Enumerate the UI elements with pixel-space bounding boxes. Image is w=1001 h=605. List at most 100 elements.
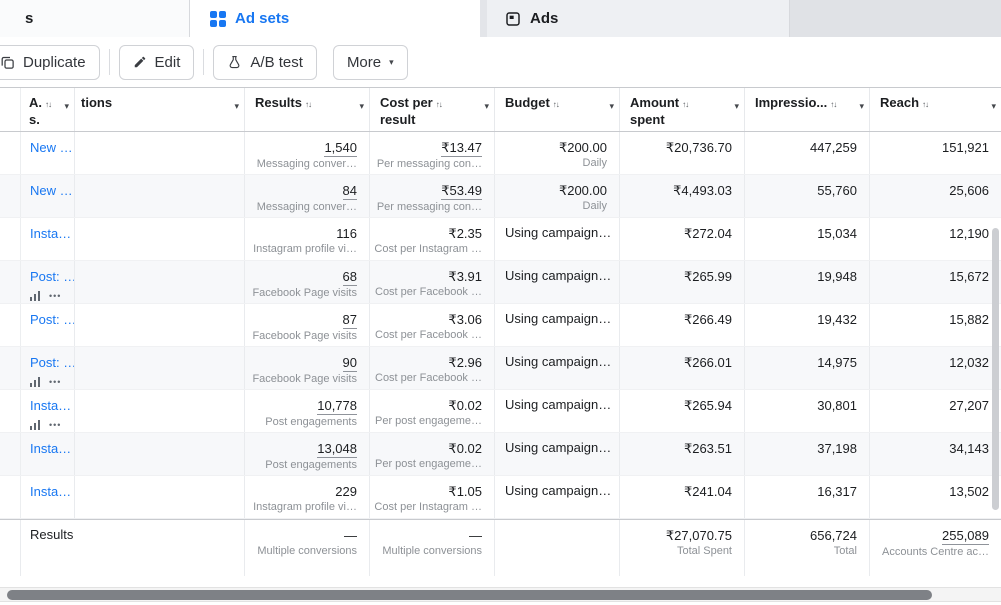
results-value: 229: [335, 483, 357, 500]
column-menu-icon[interactable]: ▾: [64, 99, 69, 114]
sort-icon[interactable]: ↑↓: [45, 100, 51, 109]
budget-value: ₹200.00: [559, 182, 607, 199]
cost-value: ₹3.91: [448, 268, 482, 285]
column-menu-icon[interactable]: ▾: [359, 99, 364, 114]
sort-icon[interactable]: ↑↓: [553, 100, 559, 109]
cost-value: ₹0.02: [448, 440, 482, 457]
column-header-name[interactable]: A.↑↓ s. ▾: [21, 88, 75, 131]
chevron-down-icon: ▾: [389, 57, 394, 68]
column-menu-icon[interactable]: ▾: [859, 99, 864, 114]
adset-name-link[interactable]: Insta…: [30, 226, 71, 241]
actions-toolbar: Duplicate Edit A/B test More ▾: [0, 37, 1001, 87]
table-row[interactable]: Insta… 116Instagram profile vi… ₹2.35Cos…: [0, 218, 1001, 261]
adset-name-link[interactable]: New …: [30, 140, 73, 155]
cost-value: ₹53.49: [441, 182, 482, 200]
tab-campaigns-partial[interactable]: s: [0, 0, 190, 37]
reach-value: 25,606: [949, 182, 989, 199]
column-menu-icon[interactable]: ▾: [234, 99, 239, 114]
table-row[interactable]: New … 84Messaging conver… ₹53.49Per mess…: [0, 175, 1001, 218]
entity-tabbar: s Ad sets Ads: [0, 0, 1001, 37]
impressions-value: 19,432: [817, 311, 857, 328]
options-menu-icon[interactable]: •••: [49, 420, 61, 430]
table-row[interactable]: Insta… ••• 10,778Post engagements ₹0.02P…: [0, 390, 1001, 433]
impressions-value: 19,948: [817, 268, 857, 285]
duplicate-icon: [0, 55, 15, 70]
view-charts-icon[interactable]: [30, 291, 40, 301]
column-header-budget[interactable]: Budget↑↓ ▾: [495, 88, 620, 131]
toolbar-divider: [109, 49, 110, 75]
adset-name-link[interactable]: Post: …: [30, 269, 75, 284]
reach-value: 15,672: [949, 268, 989, 285]
column-header-attributions[interactable]: tions ▾: [75, 88, 245, 131]
adset-name-link[interactable]: Insta…: [30, 441, 71, 456]
toolbar-divider: [203, 49, 204, 75]
tab-ads-label: Ads: [530, 10, 558, 27]
edit-button[interactable]: Edit: [119, 45, 195, 80]
adset-name-link[interactable]: New …: [30, 183, 73, 198]
spent-value: ₹265.94: [684, 397, 732, 414]
reach-value: 34,143: [949, 440, 989, 457]
adset-name-link[interactable]: Post: …: [30, 312, 75, 327]
impressions-value: 30,801: [817, 397, 857, 414]
cost-value: ₹2.96: [448, 354, 482, 371]
column-menu-icon[interactable]: ▾: [734, 99, 739, 114]
column-header-amount-spent[interactable]: Amount↑↓ spent ▾: [620, 88, 745, 131]
sort-icon[interactable]: ↑↓: [830, 100, 836, 109]
tab-campaigns-label: s: [25, 10, 33, 27]
duplicate-button[interactable]: Duplicate: [0, 45, 100, 80]
table-header-row: A.↑↓ s. ▾ tions ▾ Results↑↓ ▾ Cost per↑↓…: [0, 87, 1001, 132]
table-row[interactable]: Insta… 13,048Post engagements ₹0.02Per p…: [0, 433, 1001, 476]
table-row[interactable]: New … 1,540Messaging conver… ₹13.47Per m…: [0, 132, 1001, 175]
budget-value: Using campaign…: [505, 225, 611, 240]
options-menu-icon[interactable]: •••: [49, 377, 61, 387]
budget-value: Using campaign…: [505, 440, 611, 455]
view-charts-icon[interactable]: [30, 377, 40, 387]
ab-test-button[interactable]: A/B test: [213, 45, 317, 80]
column-menu-icon[interactable]: ▾: [609, 99, 614, 114]
cost-value: ₹2.35: [448, 225, 482, 242]
table-row[interactable]: Post: … ••• 90Facebook Page visits ₹2.96…: [0, 347, 1001, 390]
reach-value: 151,921: [942, 139, 989, 156]
more-button[interactable]: More ▾: [333, 45, 408, 80]
results-value: 87: [343, 311, 357, 329]
adset-name-link[interactable]: Post: …: [30, 355, 75, 370]
column-header-results[interactable]: Results↑↓ ▾: [245, 88, 370, 131]
vertical-scrollbar-thumb[interactable]: [992, 228, 999, 510]
column-menu-icon[interactable]: ▾: [484, 99, 489, 114]
edit-label: Edit: [155, 54, 181, 71]
table-row[interactable]: Insta… 229Instagram profile vi… ₹1.05Cos…: [0, 476, 1001, 519]
results-value: 84: [343, 182, 357, 200]
tab-ads[interactable]: Ads: [487, 0, 790, 37]
totals-spent: ₹27,070.75: [666, 527, 732, 544]
table-row[interactable]: Post: … ••• 68Facebook Page visits ₹3.91…: [0, 261, 1001, 304]
reach-value: 27,207: [949, 397, 989, 414]
tab-ad-sets-label: Ad sets: [235, 10, 289, 27]
column-header-impressions[interactable]: Impressio...↑↓ ▾: [745, 88, 870, 131]
reach-value: 13,502: [949, 483, 989, 500]
results-value: 10,778: [317, 397, 357, 415]
sort-icon[interactable]: ↑↓: [922, 100, 928, 109]
horizontal-scrollbar-track[interactable]: [0, 587, 1001, 602]
reach-value: 12,032: [949, 354, 989, 371]
table-row[interactable]: Post: … 87Facebook Page visits ₹3.06Cost…: [0, 304, 1001, 347]
sort-icon[interactable]: ↑↓: [682, 100, 688, 109]
sort-icon[interactable]: ↑↓: [436, 100, 442, 109]
spent-value: ₹272.04: [684, 225, 732, 242]
adset-name-link[interactable]: Insta…: [30, 398, 71, 413]
horizontal-scrollbar-thumb[interactable]: [7, 590, 932, 600]
adset-name-link[interactable]: Insta…: [30, 484, 71, 499]
sort-icon[interactable]: ↑↓: [305, 100, 311, 109]
impressions-value: 16,317: [817, 483, 857, 500]
options-menu-icon[interactable]: •••: [49, 291, 61, 301]
view-charts-icon[interactable]: [30, 420, 40, 430]
reach-value: 15,882: [949, 311, 989, 328]
results-value: 13,048: [317, 440, 357, 458]
spent-value: ₹265.99: [684, 268, 732, 285]
spent-value: ₹20,736.70: [666, 139, 732, 156]
column-header-cost-per-result[interactable]: Cost per↑↓ result ▾: [370, 88, 495, 131]
tab-ad-sets[interactable]: Ad sets: [190, 0, 480, 37]
totals-reach: 255,089: [942, 527, 989, 545]
column-header-reach[interactable]: Reach↑↓ ▾: [870, 88, 1001, 131]
column-menu-icon[interactable]: ▾: [991, 99, 996, 114]
spent-value: ₹263.51: [684, 440, 732, 457]
